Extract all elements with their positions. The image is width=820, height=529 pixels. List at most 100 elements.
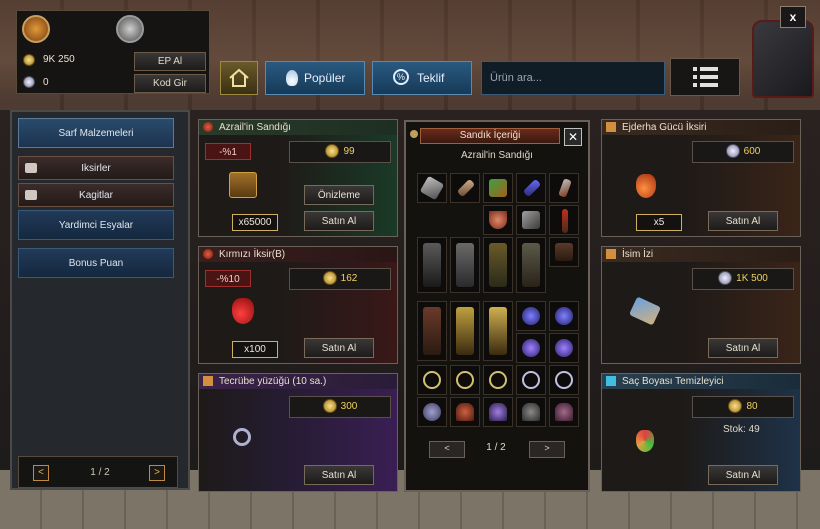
- item-slot[interactable]: [516, 397, 546, 427]
- gold-coin-icon: [23, 54, 35, 66]
- axe-icon: [419, 175, 445, 201]
- gem-icon: [606, 376, 616, 386]
- sidebar-prev-button[interactable]: <: [33, 465, 49, 481]
- item-slot[interactable]: [549, 173, 579, 203]
- search-input[interactable]: Ürün ara...: [481, 61, 665, 95]
- percent-icon: %: [393, 69, 409, 85]
- item-slot[interactable]: [450, 301, 480, 361]
- category-iksirler-label: Iksirler: [81, 163, 111, 174]
- silver-emblem-icon: [116, 15, 144, 43]
- item-slot[interactable]: [549, 333, 579, 363]
- blade-icon: [522, 178, 542, 198]
- helmet-icon: [456, 403, 474, 421]
- gold-amount: 9K 250: [43, 54, 75, 65]
- menu-button[interactable]: [670, 58, 740, 96]
- item-slot[interactable]: [549, 365, 579, 395]
- item-slot[interactable]: [516, 205, 546, 235]
- quantity-badge: x65000: [232, 214, 278, 231]
- popup-prev-button[interactable]: <: [429, 441, 465, 458]
- category-kagitlar-label: Kagitlar: [79, 190, 113, 201]
- chest-item-grid: [415, 171, 579, 427]
- character-portrait: [752, 20, 814, 98]
- item-slot[interactable]: [483, 237, 513, 293]
- item-slot[interactable]: [516, 173, 546, 203]
- gold-coin-icon: [322, 399, 337, 414]
- item-slot[interactable]: [516, 237, 546, 293]
- product-title: Kırmızı İksir(B): [219, 249, 286, 260]
- category-iksirler[interactable]: Iksirler: [18, 156, 174, 180]
- gold-emblem-icon: [22, 15, 50, 43]
- sidebar-next-button[interactable]: >: [149, 465, 165, 481]
- buy-button[interactable]: Satın Al: [304, 338, 374, 358]
- fan-icon: [489, 211, 507, 229]
- silver-coin-icon: [725, 144, 740, 159]
- dagger-icon: [522, 211, 540, 229]
- category-bonus-puan[interactable]: Bonus Puan: [18, 248, 174, 278]
- armor-icon: [423, 307, 441, 355]
- item-slot[interactable]: [516, 365, 546, 395]
- item-slot[interactable]: [549, 397, 579, 427]
- item-slot[interactable]: [549, 301, 579, 331]
- product-title: Azrail'in Sandığı: [219, 122, 291, 133]
- product-title-bar: Ejderha Gücü İksiri: [602, 120, 800, 135]
- item-slot[interactable]: [417, 237, 447, 293]
- dye-bottle-icon: [636, 430, 654, 452]
- flame-icon: [286, 70, 298, 86]
- discount-badge: -%1: [205, 143, 251, 160]
- discount-badge: -%10: [205, 270, 251, 287]
- item-slot[interactable]: [417, 397, 447, 427]
- item-slot[interactable]: [450, 365, 480, 395]
- buy-button[interactable]: Satın Al: [304, 211, 374, 231]
- product-title-bar: Kırmızı İksir(B): [199, 247, 397, 262]
- spear-icon: [562, 209, 568, 233]
- item-slot[interactable]: [450, 237, 480, 293]
- gold-coin-icon: [322, 271, 337, 286]
- item-slot[interactable]: [483, 205, 513, 235]
- item-slot[interactable]: [417, 173, 447, 203]
- tab-offer[interactable]: % Teklif: [372, 61, 472, 95]
- price-value: 99: [343, 146, 355, 157]
- buy-button[interactable]: Satın Al: [708, 211, 778, 231]
- item-slot[interactable]: [483, 365, 513, 395]
- item-slot[interactable]: [516, 333, 546, 363]
- popup-page-indicator: 1 / 2: [486, 442, 506, 453]
- minus-icon: [25, 163, 37, 173]
- ep-al-button[interactable]: EP Al: [134, 52, 206, 71]
- buy-button[interactable]: Satın Al: [708, 465, 778, 485]
- buy-button[interactable]: Satın Al: [304, 465, 374, 485]
- item-slot[interactable]: [549, 237, 579, 267]
- silver-amount: 0: [43, 77, 49, 88]
- category-sarf-malzemeleri[interactable]: Sarf Malzemeleri: [18, 118, 174, 148]
- buy-button[interactable]: Satın Al: [708, 338, 778, 358]
- armor-icon: [489, 307, 507, 355]
- popup-pin-icon: [410, 130, 418, 138]
- item-slot[interactable]: [450, 173, 480, 203]
- bow-icon: [489, 179, 507, 197]
- helmet-icon: [555, 403, 573, 421]
- category-yardimci-esyalar[interactable]: Yardimci Esyalar: [18, 210, 174, 240]
- ring-icon: [233, 428, 251, 446]
- item-slot[interactable]: [516, 301, 546, 331]
- price-box: 600: [692, 141, 794, 163]
- item-slot[interactable]: [549, 205, 579, 235]
- category-kagitlar[interactable]: Kagitlar: [18, 183, 174, 207]
- item-slot[interactable]: [417, 301, 447, 361]
- close-button[interactable]: x: [780, 6, 806, 28]
- item-slot[interactable]: [483, 173, 513, 203]
- item-slot[interactable]: [417, 365, 447, 395]
- preview-button[interactable]: Önizleme: [304, 185, 374, 205]
- sidebar-page-indicator: 1 / 2: [90, 467, 110, 478]
- item-square-icon: [606, 122, 616, 132]
- tab-popular[interactable]: Popüler: [265, 61, 365, 95]
- popup-next-button[interactable]: >: [529, 441, 565, 458]
- chest-icon: [229, 172, 257, 198]
- minus-icon: [25, 190, 37, 200]
- item-slot[interactable]: [450, 397, 480, 427]
- item-slot[interactable]: [483, 301, 513, 361]
- item-slot[interactable]: [483, 397, 513, 427]
- kod-gir-button[interactable]: Kod Gir: [134, 74, 206, 93]
- popup-close-button[interactable]: ✕: [564, 128, 582, 146]
- home-button[interactable]: [220, 61, 258, 95]
- bracelet-icon: [555, 371, 573, 389]
- price-value: 1K 500: [736, 273, 768, 284]
